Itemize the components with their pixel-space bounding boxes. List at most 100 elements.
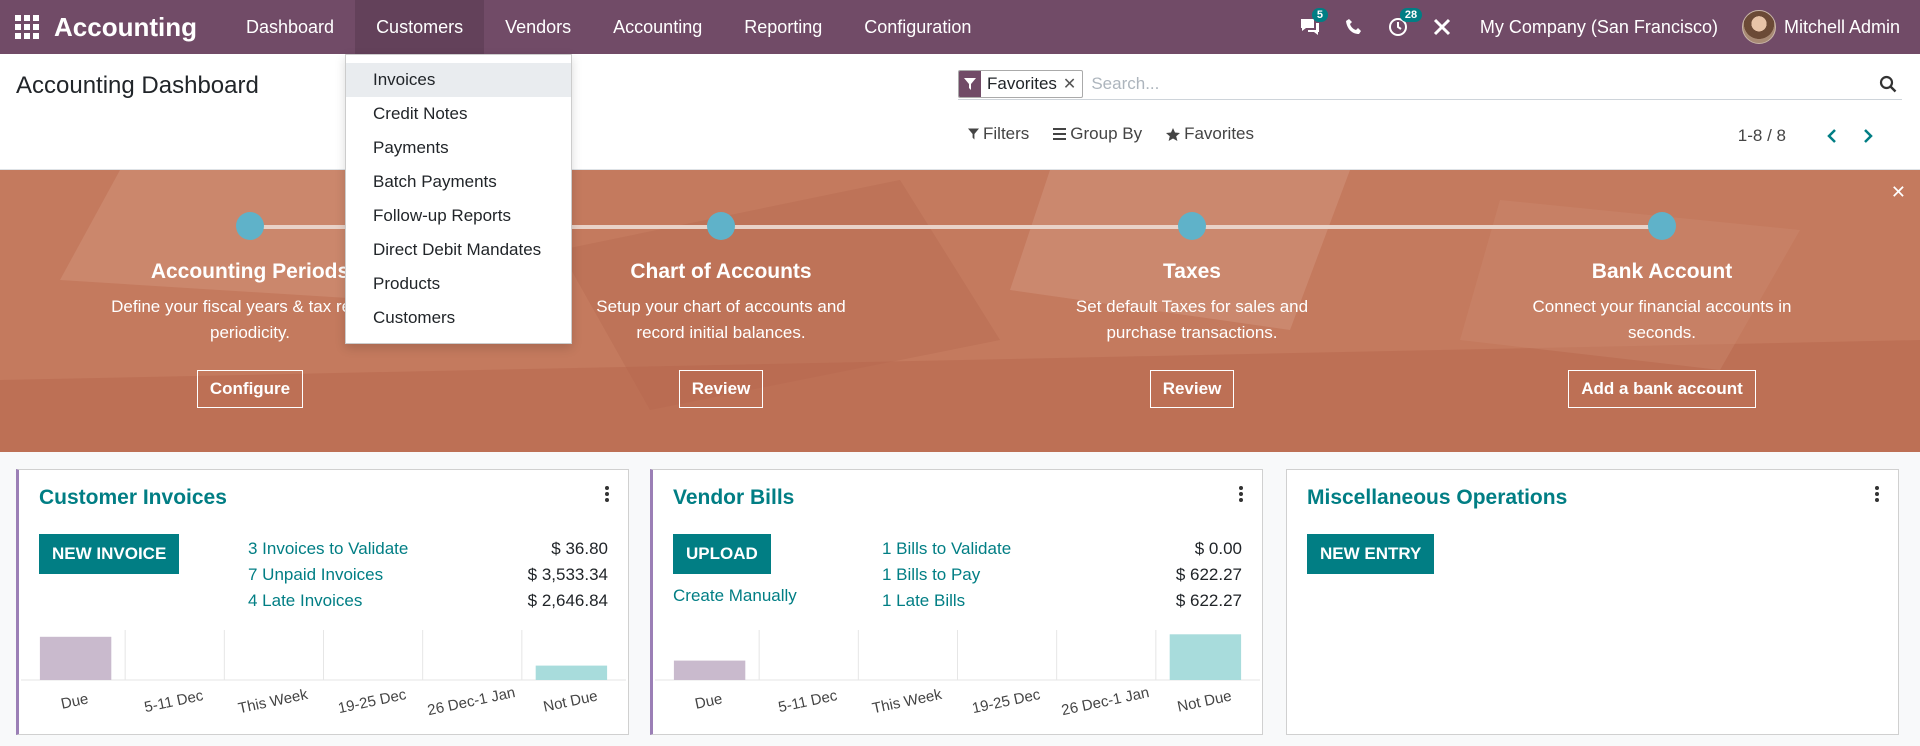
step-dot [1648, 212, 1676, 240]
activities-button[interactable]: 28 [1376, 0, 1423, 54]
search-icon [1879, 75, 1897, 92]
step-dot [1178, 212, 1206, 240]
card-options-icon[interactable] [604, 486, 610, 504]
upload-button[interactable]: UPLOAD [673, 534, 771, 574]
card-title[interactable]: Vendor Bills [673, 486, 794, 510]
vendor-bills-chart[interactable]: Due 5-11 Dec This Week 19-25 Dec 26 Dec-1 Ja… [655, 630, 1260, 734]
pager-value[interactable]: 1-8 / 8 [1738, 126, 1786, 146]
card-title[interactable]: Customer Invoices [39, 486, 227, 510]
customer-invoices-chart[interactable]: Due 5-11 Dec This Week 19-25 Dec 26 Dec-1 Ja… [21, 630, 626, 734]
chart-tick-label: 19-25 Dec [971, 686, 1043, 717]
step-dot [236, 212, 264, 240]
card-options-icon[interactable] [1874, 486, 1880, 504]
chart-tick-label: 19-25 Dec [337, 686, 409, 717]
unpaid-invoices-link[interactable]: 7 Unpaid Invoices [248, 565, 478, 585]
stat-row: 1 Bills to Pay $ 622.27 [882, 562, 1242, 588]
step-description: Setup your chart of accounts and record … [596, 297, 846, 342]
star-icon [1166, 127, 1181, 141]
stat-value: $ 2,646.84 [527, 591, 608, 610]
filter-icon [968, 128, 979, 140]
dropdown-item-follow-up-reports[interactable]: Follow-up Reports [346, 199, 571, 233]
invoices-to-validate-link[interactable]: 3 Invoices to Validate [248, 539, 478, 559]
phone-icon [1345, 19, 1361, 34]
filters-button[interactable]: Filters [968, 124, 1029, 144]
user-menu[interactable]: Mitchell Admin [1741, 10, 1920, 44]
dropdown-item-credit-notes[interactable]: Credit Notes [346, 97, 571, 131]
stat-row: 1 Late Bills $ 622.27 [882, 588, 1242, 614]
chart-tick-label: 5-11 Dec [777, 687, 839, 716]
favorites-button[interactable]: Favorites [1166, 124, 1254, 144]
list-icon [1053, 128, 1067, 140]
menu-configuration[interactable]: Configuration [843, 0, 992, 54]
review-taxes-button[interactable]: Review [1149, 370, 1235, 408]
card-title[interactable]: Miscellaneous Operations [1307, 486, 1567, 510]
menu-dashboard[interactable]: Dashboard [225, 0, 355, 54]
chart-tick-label: 5-11 Dec [143, 687, 205, 716]
chart-tick-label: This Week [871, 686, 944, 717]
control-panel: Accounting Dashboard Favorites ✕ Filters… [0, 54, 1920, 170]
pager-previous-button[interactable] [1820, 124, 1844, 148]
stat-value: $ 3,533.34 [527, 565, 608, 584]
create-manually-link[interactable]: Create Manually [673, 586, 797, 606]
vendor-bills-card: Vendor Bills UPLOAD Create Manually 1 Bi… [650, 469, 1263, 735]
app-brand[interactable]: Accounting [54, 12, 197, 43]
late-invoices-link[interactable]: 4 Late Invoices [248, 591, 478, 611]
bills-to-pay-link[interactable]: 1 Bills to Pay [882, 565, 1112, 585]
group-by-button[interactable]: Group By [1053, 124, 1142, 144]
dropdown-item-payments[interactable]: Payments [346, 131, 571, 165]
new-invoice-button[interactable]: NEW INVOICE [39, 534, 180, 574]
onboarding-banner: ✕ Accounting Periods Define your fiscal … [0, 170, 1920, 452]
configure-button[interactable]: Configure [196, 370, 304, 408]
chart-bar[interactable] [535, 665, 608, 680]
facet-remove-icon[interactable]: ✕ [1063, 74, 1082, 94]
customer-invoices-card: Customer Invoices NEW INVOICE 3 Invoices… [16, 469, 629, 735]
tools-icon [1433, 18, 1450, 36]
apps-menu-icon[interactable] [0, 0, 54, 54]
messages-button[interactable]: 5 [1288, 0, 1332, 54]
chart-tick-label: 26 Dec-1 Jan [426, 684, 517, 719]
card-options-icon[interactable] [1238, 486, 1244, 504]
chart-tick-label: This Week [237, 686, 310, 717]
step-dot [707, 212, 735, 240]
menu-reporting[interactable]: Reporting [723, 0, 843, 54]
dropdown-item-batch-payments[interactable]: Batch Payments [346, 165, 571, 199]
bills-to-validate-link[interactable]: 1 Bills to Validate [882, 539, 1112, 559]
stat-row: 4 Late Invoices $ 2,646.84 [248, 588, 608, 614]
pager-next-button[interactable] [1856, 124, 1880, 148]
close-banner-icon[interactable]: ✕ [1891, 182, 1906, 203]
facet-label: Favorites [987, 73, 1057, 93]
customers-dropdown-menu: Invoices Credit Notes Payments Batch Pay… [345, 54, 572, 344]
dropdown-item-direct-debit-mandates[interactable]: Direct Debit Mandates [346, 233, 571, 267]
messages-badge: 5 [1311, 8, 1328, 22]
chevron-left-icon [1827, 129, 1836, 143]
stat-row: 1 Bills to Validate $ 0.00 [882, 536, 1242, 562]
menu-accounting[interactable]: Accounting [592, 0, 723, 54]
dropdown-item-products[interactable]: Products [346, 267, 571, 301]
chart-tick-label: Due [693, 690, 723, 712]
user-name: Mitchell Admin [1783, 16, 1900, 37]
stat-value: $ 36.80 [551, 539, 608, 558]
card-stats: 1 Bills to Validate $ 0.00 1 Bills to Pa… [882, 536, 1242, 614]
dropdown-item-invoices[interactable]: Invoices [346, 63, 571, 97]
add-bank-account-button[interactable]: Add a bank account [1568, 370, 1756, 408]
chart-tick-label: 26 Dec-1 Jan [1060, 684, 1151, 719]
company-switcher[interactable]: My Company (San Francisco) [1464, 17, 1742, 38]
phone-button[interactable] [1332, 0, 1376, 54]
search-button[interactable] [1874, 70, 1902, 98]
chart-bar[interactable] [1169, 634, 1242, 680]
chart-bar[interactable] [673, 660, 746, 680]
stat-value: $ 622.27 [1175, 591, 1242, 610]
dropdown-item-customers[interactable]: Customers [346, 301, 571, 335]
menu-vendors[interactable]: Vendors [484, 0, 592, 54]
chevron-right-icon [1864, 129, 1873, 143]
menu-customers[interactable]: Customers [355, 0, 485, 54]
chart-tick-label: Due [59, 690, 89, 712]
search-input[interactable] [1091, 73, 1874, 94]
search-options: Filters Group By Favorites [968, 124, 1278, 144]
card-stats: 3 Invoices to Validate $ 36.80 7 Unpaid … [248, 536, 608, 614]
debug-tools-button[interactable] [1420, 0, 1464, 54]
chart-bar[interactable] [39, 636, 112, 680]
late-bills-link[interactable]: 1 Late Bills [882, 591, 1112, 611]
review-chart-button[interactable]: Review [678, 370, 764, 408]
new-entry-button[interactable]: NEW ENTRY [1307, 534, 1435, 574]
